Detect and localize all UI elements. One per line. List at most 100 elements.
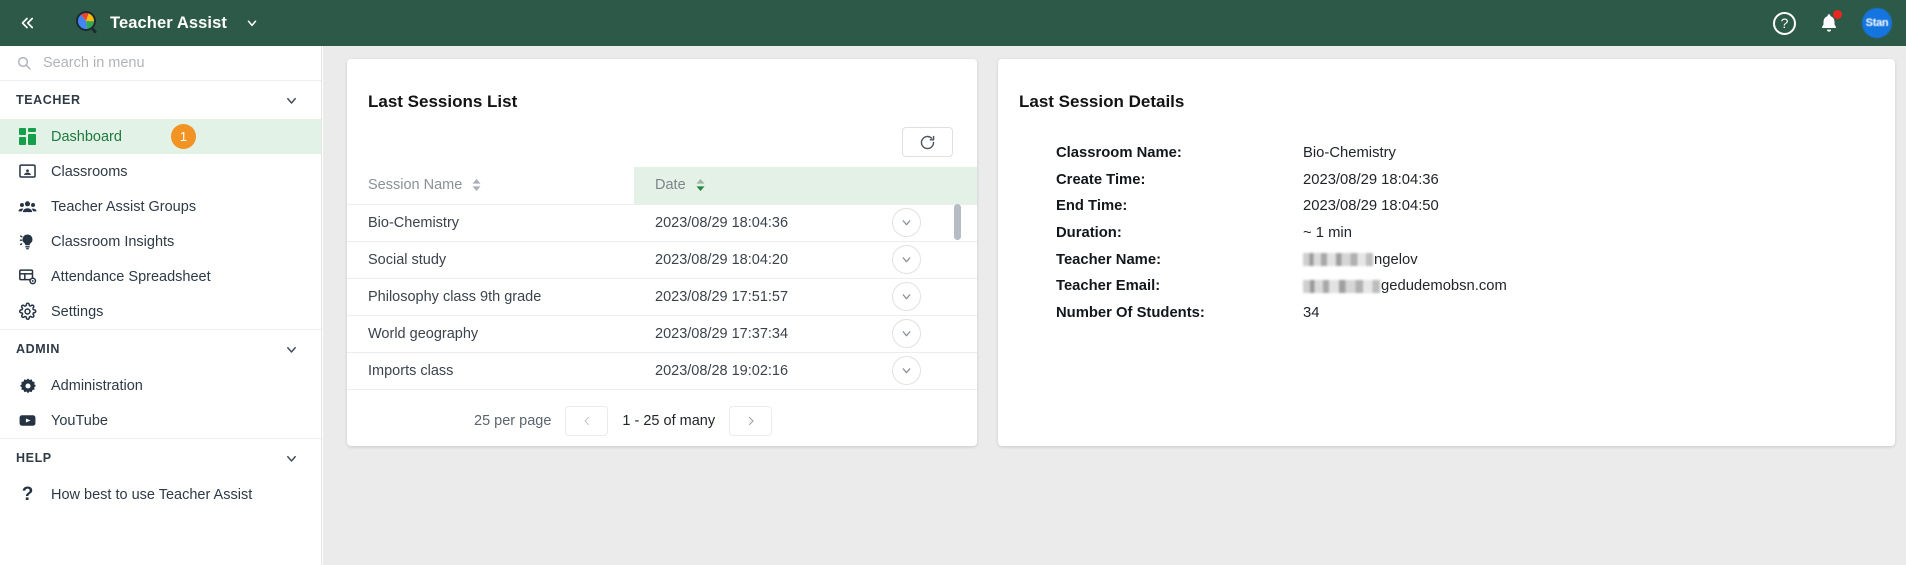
detail-key: Duration: (1056, 225, 1122, 242)
sidebar-search[interactable] (0, 46, 321, 81)
sort-desc-icon (696, 179, 705, 192)
detail-key: Teacher Email: (1056, 278, 1161, 295)
table-header-row: Session Name Date (347, 167, 977, 204)
sidebar-item-label: How best to use Teacher Assist (51, 486, 253, 503)
brand-title: Teacher Assist (110, 13, 227, 32)
table-row[interactable]: World geography 2023/08/29 17:37:34 (347, 314, 977, 352)
last-sessions-list-card: Last Sessions List Session Name Date Bio… (347, 59, 977, 446)
dashboard-grid-icon (18, 127, 37, 146)
refresh-button[interactable] (902, 127, 953, 157)
sidebar-item-dashboard[interactable]: Dashboard 1 (0, 119, 321, 154)
detail-key: Number Of Students: (1056, 304, 1205, 321)
detail-value: Bio-Chemistry (1303, 145, 1396, 162)
detail-row-create-time: Create Time: 2023/08/29 18:04:36 (1056, 167, 1895, 194)
magnifier-logo-icon (72, 9, 100, 37)
top-bar-actions: ? Stan (1773, 8, 1892, 38)
section-header-teacher[interactable]: TEACHER (0, 81, 321, 119)
detail-value: 34 (1303, 304, 1320, 321)
help-icon[interactable]: ? (1773, 11, 1796, 35)
cell-session-name: World geography (347, 314, 634, 352)
sidebar-item-attendance-spreadsheet[interactable]: Attendance Spreadsheet (0, 259, 321, 294)
section-header-admin[interactable]: ADMIN (0, 330, 321, 368)
column-header-date[interactable]: Date (634, 167, 886, 204)
sessions-toolbar (347, 112, 977, 157)
table-row[interactable]: Imports class 2023/08/28 19:02:16 (347, 351, 977, 389)
sidebar-item-youtube[interactable]: YouTube (0, 403, 321, 438)
table-row[interactable]: Social study 2023/08/29 18:04:20 (347, 240, 977, 278)
sidebar-item-classrooms[interactable]: Classrooms (0, 154, 321, 189)
section-header-help[interactable]: HELP (0, 439, 321, 477)
brand-dropdown-chevron-icon[interactable] (245, 16, 259, 30)
table-row[interactable]: Philosophy class 9th grade 2023/08/29 17… (347, 277, 977, 315)
table-row[interactable]: Bio-Chemistry 2023/08/29 18:04:36 (347, 203, 977, 241)
detail-value: ngelov (1374, 251, 1418, 268)
search-icon (17, 56, 31, 70)
sidebar-item-label: Administration (51, 377, 143, 394)
sidebar-section-admin: ADMIN Administration YouTube (0, 330, 321, 439)
last-session-details-card: Last Session Details Classroom Name: Bio… (998, 59, 1895, 446)
redacted-block (1303, 253, 1373, 267)
table-scrollbar[interactable] (954, 204, 961, 352)
cell-session-name: Social study (347, 240, 634, 278)
detail-value: 2023/08/29 18:04:36 (1303, 171, 1439, 188)
question-mark-icon: ? (21, 484, 34, 505)
chevron-left-icon (584, 416, 589, 426)
expand-row-button[interactable] (892, 245, 921, 274)
per-page-label[interactable]: 25 per page (474, 413, 551, 429)
sessions-table: Session Name Date Bio-Chemistry 2023/08/… (347, 167, 977, 389)
detail-key: Classroom Name: (1056, 145, 1182, 162)
column-header-session-name[interactable]: Session Name (347, 167, 634, 204)
collapse-sidebar-button[interactable] (4, 0, 50, 46)
top-bar: Teacher Assist ? Stan (0, 0, 1906, 46)
detail-value: 2023/08/29 18:04:50 (1303, 198, 1439, 215)
section-title: TEACHER (16, 93, 81, 107)
expand-row-button[interactable] (892, 282, 921, 311)
cell-date: 2023/08/28 19:02:16 (634, 351, 886, 389)
previous-page-button[interactable] (565, 406, 609, 436)
search-input[interactable] (43, 55, 293, 71)
cell-date: 2023/08/29 18:04:20 (634, 240, 886, 278)
cell-session-name: Philosophy class 9th grade (347, 277, 634, 315)
main-content: Last Sessions List Session Name Date Bio… (323, 46, 1906, 565)
classroom-board-icon (18, 162, 37, 181)
column-header-actions (886, 167, 977, 204)
expand-row-button[interactable] (892, 208, 921, 237)
gear-icon (18, 302, 37, 321)
chevron-down-icon (902, 368, 911, 374)
sidebar-item-administration[interactable]: Administration (0, 368, 321, 403)
avatar[interactable]: Stan (1862, 8, 1892, 38)
cell-actions (886, 240, 977, 278)
detail-key: Teacher Name: (1056, 251, 1161, 268)
sidebar-item-label: Classrooms (51, 163, 128, 180)
cell-date: 2023/08/29 17:37:34 (634, 314, 886, 352)
sidebar-section-help: HELP ? How best to use Teacher Assist (0, 439, 321, 512)
lightbulb-icon (18, 232, 37, 251)
detail-row-duration: Duration: ~ 1 min (1056, 220, 1895, 247)
detail-key: End Time: (1056, 198, 1128, 215)
sidebar-item-classroom-insights[interactable]: Classroom Insights (0, 224, 321, 259)
section-title: HELP (16, 451, 52, 465)
youtube-icon (18, 411, 37, 430)
next-page-button[interactable] (729, 406, 773, 436)
cell-date: 2023/08/29 18:04:36 (634, 203, 886, 241)
sidebar-item-label: Settings (51, 303, 104, 320)
cell-actions (886, 351, 977, 389)
detail-value-wrap: ngelov (1303, 252, 1418, 268)
sidebar-item-teacher-assist-groups[interactable]: Teacher Assist Groups (0, 189, 321, 224)
sidebar-item-how-best-to-use[interactable]: ? How best to use Teacher Assist (0, 477, 321, 512)
column-label: Date (655, 177, 686, 194)
table-head: Session Name Date (347, 167, 977, 204)
sidebar-item-label: Teacher Assist Groups (51, 198, 197, 215)
cell-session-name: Imports class (347, 351, 634, 389)
dashboard-badge: 1 (170, 124, 196, 149)
chevron-down-icon[interactable] (284, 93, 299, 108)
chevron-down-icon[interactable] (284, 451, 299, 466)
table-scrollbar-thumb[interactable] (954, 204, 961, 240)
sidebar-item-settings[interactable]: Settings (0, 294, 321, 329)
expand-row-button[interactable] (892, 319, 921, 348)
chevron-down-icon[interactable] (284, 342, 299, 357)
expand-row-button[interactable] (892, 356, 921, 386)
notifications-bell-icon[interactable] (1818, 10, 1842, 35)
notification-dot (1833, 10, 1842, 19)
details-field-list: Classroom Name: Bio-Chemistry Create Tim… (998, 112, 1895, 326)
